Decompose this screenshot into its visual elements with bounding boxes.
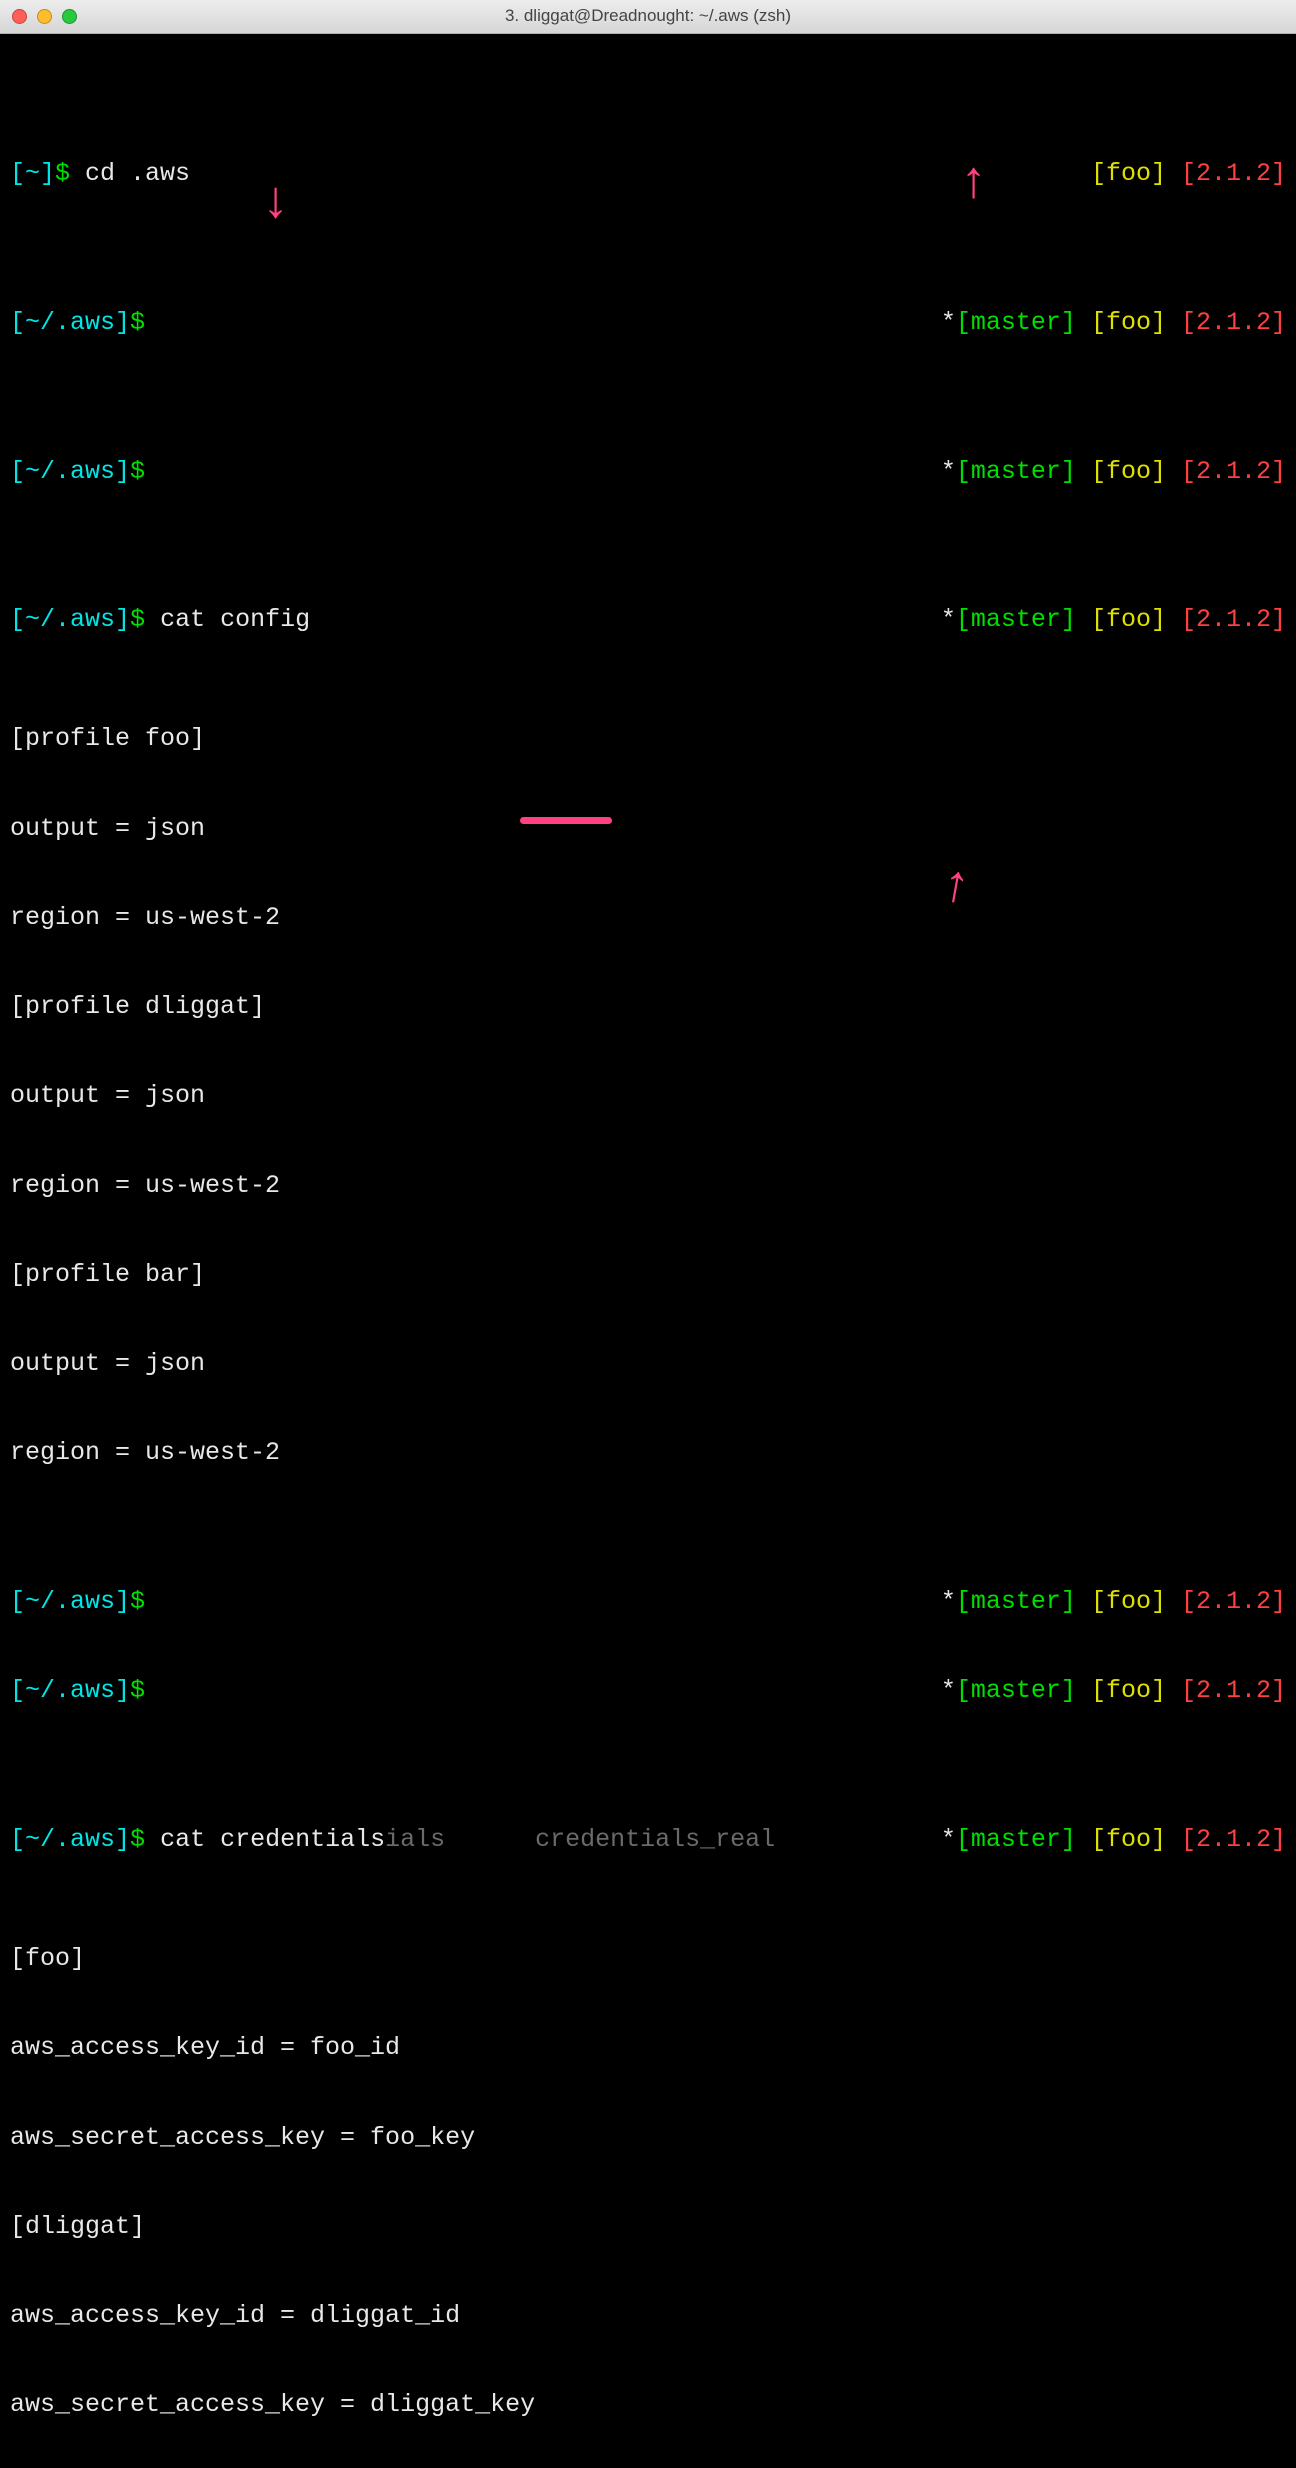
prompt-path: [~/.aws] <box>10 308 130 337</box>
rprompt-version: [2.1.2] <box>1181 605 1286 634</box>
output-line: aws_secret_access_key = foo_key <box>10 2123 1286 2153</box>
rprompt-branch: [master] <box>956 605 1076 634</box>
rprompt-dirty: * <box>941 308 956 337</box>
rprompt-version: [2.1.2] <box>1181 1676 1286 1705</box>
prompt-dollar: $ <box>130 308 145 337</box>
annotation-arrow-up-icon: ↑ <box>958 158 989 210</box>
prompt-dollar: $ <box>130 1587 145 1616</box>
prompt-path: [~/.aws] <box>10 1825 130 1854</box>
rprompt-profile: [foo] <box>1091 457 1166 486</box>
prompt-dollar: $ <box>130 1825 145 1854</box>
rprompt-dirty: * <box>941 605 956 634</box>
terminal-line: [~/.aws]$ *[master] [foo] [2.1.2] <box>10 1587 1286 1617</box>
rprompt-version: [2.1.2] <box>1181 1587 1286 1616</box>
terminal-line: [~/.aws]$ *[master] [foo] [2.1.2] <box>10 1676 1286 1706</box>
rprompt-profile: [foo] <box>1091 308 1166 337</box>
prompt-path: [~/.aws] <box>10 1587 130 1616</box>
command-text: cat config <box>160 605 310 634</box>
output-line: aws_secret_access_key = dliggat_key <box>10 2390 1286 2420</box>
window-title: 3. dliggat@Dreadnought: ~/.aws (zsh) <box>505 6 791 26</box>
prompt-path: [~] <box>10 159 55 188</box>
prompt-dollar: $ <box>130 457 145 486</box>
rprompt-branch: [master] <box>956 1825 1076 1854</box>
rprompt-profile: [foo] <box>1091 159 1166 188</box>
prompt-path: [~/.aws] <box>10 1676 130 1705</box>
output-line: output = json <box>10 814 1286 844</box>
maximize-icon[interactable] <box>62 9 77 24</box>
ghost-text: ials <box>385 1825 445 1854</box>
output-line: [profile foo] <box>10 724 1286 754</box>
command-text: cat credentials <box>160 1825 385 1854</box>
rprompt-dirty: * <box>941 1587 956 1616</box>
annotation-underline-icon <box>520 817 612 824</box>
output-line: [foo] <box>10 1944 1286 1974</box>
terminal-line: [~]$ cd .aws [foo] [2.1.2] <box>10 159 1286 189</box>
rprompt-branch: [master] <box>956 457 1076 486</box>
rprompt-dirty: * <box>941 1825 956 1854</box>
minimize-icon[interactable] <box>37 9 52 24</box>
rprompt-dirty: * <box>941 457 956 486</box>
rprompt-profile: [foo] <box>1091 1587 1166 1616</box>
output-line: region = us-west-2 <box>10 1438 1286 1468</box>
terminal-area[interactable]: [~]$ cd .aws [foo] [2.1.2] [~/.aws]$ *[m… <box>0 34 1296 2468</box>
terminal-line: [~/.aws]$ *[master] [foo] [2.1.2] <box>10 308 1286 338</box>
output-line: region = us-west-2 <box>10 1171 1286 1201</box>
output-line: [profile bar] <box>10 1260 1286 1290</box>
rprompt-profile: [foo] <box>1091 1676 1166 1705</box>
prompt-path: [~/.aws] <box>10 457 130 486</box>
prompt-path: [~/.aws] <box>10 605 130 634</box>
output-line: region = us-west-2 <box>10 903 1286 933</box>
ghost-text: credentials_real <box>535 1825 775 1854</box>
output-line: [dliggat] <box>10 2212 1286 2242</box>
rprompt-version: [2.1.2] <box>1181 159 1286 188</box>
prompt-dollar: $ <box>130 605 145 634</box>
rprompt-dirty: * <box>941 1676 956 1705</box>
rprompt-version: [2.1.2] <box>1181 1825 1286 1854</box>
close-icon[interactable] <box>12 9 27 24</box>
output-line: aws_access_key_id = foo_id <box>10 2033 1286 2063</box>
rprompt-branch: [master] <box>956 1676 1076 1705</box>
rprompt-version: [2.1.2] <box>1181 308 1286 337</box>
rprompt-profile: [foo] <box>1091 605 1166 634</box>
rprompt-version: [2.1.2] <box>1181 457 1286 486</box>
terminal-line: [~/.aws]$ cat credentialsials credential… <box>10 1825 1286 1855</box>
output-line: aws_access_key_id = dliggat_id <box>10 2301 1286 2331</box>
annotation-arrow-down-icon: ↓ <box>260 178 291 230</box>
window-titlebar: 3. dliggat@Dreadnought: ~/.aws (zsh) <box>0 0 1296 34</box>
prompt-dollar: $ <box>130 1676 145 1705</box>
rprompt-branch: [master] <box>956 308 1076 337</box>
rprompt-branch: [master] <box>956 1587 1076 1616</box>
terminal-line: [~/.aws]$ *[master] [foo] [2.1.2] <box>10 457 1286 487</box>
rprompt-profile: [foo] <box>1091 1825 1166 1854</box>
traffic-lights <box>12 9 77 24</box>
output-line: [profile dliggat] <box>10 992 1286 1022</box>
output-line: output = json <box>10 1349 1286 1379</box>
command-text: cd .aws <box>85 159 190 188</box>
output-line: output = json <box>10 1081 1286 1111</box>
prompt-dollar: $ <box>55 159 70 188</box>
terminal-line: [~/.aws]$ cat config *[master] [foo] [2.… <box>10 605 1286 635</box>
